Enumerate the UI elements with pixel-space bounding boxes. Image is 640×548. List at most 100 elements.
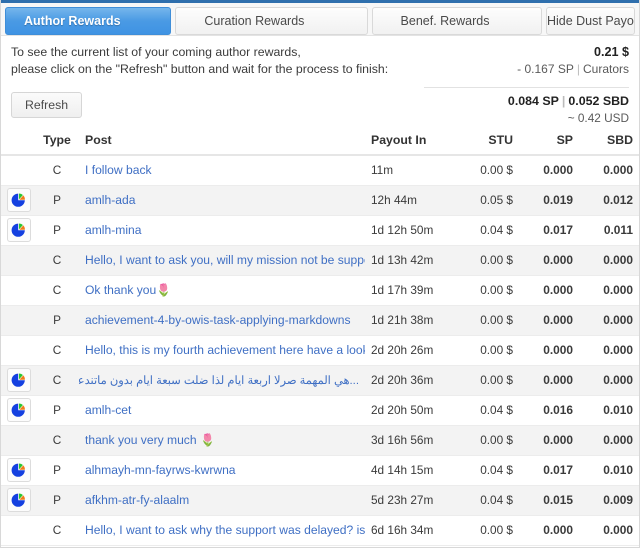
row-sbd: 0.000: [579, 275, 639, 306]
row-stu: 0.04 $: [457, 455, 519, 486]
pie-chart-icon[interactable]: [7, 458, 31, 482]
post-link[interactable]: Ok thank you🌷: [85, 283, 171, 297]
table-row[interactable]: Pamlh-cet 2d 20h 50m 0.04 $0.016 0.010: [1, 395, 639, 426]
row-post-cell: amlh-ada: [79, 185, 365, 216]
row-type: C: [35, 365, 79, 396]
summary-sbd-amount: 0.052 SBD: [568, 94, 629, 108]
row-sp: 0.019: [519, 185, 579, 216]
row-stu: 0.04 $: [457, 215, 519, 246]
row-payout-in: 1d 17h 39m: [365, 275, 457, 306]
tab-curation-rewards[interactable]: Curation Rewards: [175, 7, 368, 35]
post-link[interactable]: achievement-4-by-owis-task-applying-mark…: [85, 313, 351, 327]
tab-benef-rewards[interactable]: Benef. Rewards: [371, 7, 542, 35]
row-stu: 0.00 $: [457, 155, 519, 186]
post-link[interactable]: alhmayh-mn-fayrws-kwrwna: [85, 463, 236, 477]
table-row[interactable]: C Hello, I want to ask you, will my missi…: [1, 245, 639, 276]
header-icon: [1, 128, 35, 156]
row-payout-in: 1d 13h 42m: [365, 245, 457, 276]
table-row[interactable]: Pamlh-ada 12h 44m 0.05 $0.019 0.012: [1, 185, 639, 216]
author-rewards-panel: Author Rewards Curation Rewards Benef. R…: [0, 0, 640, 548]
row-icon-cell: [1, 155, 35, 186]
post-link[interactable]: ...هي المهمة صرلا اربعة ايام لذا ضلت سبع…: [79, 375, 359, 387]
row-sbd: 0.000: [579, 365, 639, 396]
row-sp: 0.000: [519, 335, 579, 366]
header-stu[interactable]: STU: [457, 128, 519, 156]
table-row[interactable]: Cthank you very much 🌷 3d 16h 56m 0.00 $0.…: [1, 425, 639, 456]
summary-curators-amount: - 0.167 SP: [517, 62, 574, 76]
summary-curators-label: Curators: [582, 62, 629, 76]
pie-chart-icon[interactable]: [7, 218, 31, 242]
pie-chart-icon[interactable]: [7, 368, 31, 392]
header-sbd[interactable]: SBD: [579, 128, 639, 156]
row-sp: 0.000: [519, 425, 579, 456]
row-payout-in: 11m: [365, 155, 457, 186]
table-row[interactable]: CI follow back 11m 0.00 $0.000 0.000: [1, 155, 639, 186]
row-stu: 0.00 $: [457, 335, 519, 366]
header-post[interactable]: Post: [79, 128, 365, 156]
row-type: C: [35, 275, 79, 306]
header-type[interactable]: Type: [35, 128, 79, 156]
row-sbd: 0.010: [579, 395, 639, 426]
row-icon-cell: [1, 215, 35, 246]
post-link[interactable]: amlh-cet: [85, 403, 131, 417]
row-type: P: [35, 455, 79, 486]
row-icon-cell: [1, 365, 35, 396]
refresh-button[interactable]: Refresh: [11, 92, 83, 118]
table-row[interactable]: C Hello, this is my fourth achievement he…: [1, 335, 639, 366]
tab-author-rewards[interactable]: Author Rewards: [5, 7, 172, 35]
rewards-summary: 0.21 $ - 0.167 SP | Curators 0.084 SP | 0.05…: [424, 44, 629, 126]
summary-total-row: 0.21 $: [424, 44, 629, 61]
table-row[interactable]: Pafkhm-atr-fy-alaalm 5d 23h 27m 0.04 $0.01…: [1, 485, 639, 516]
header-sp[interactable]: SP: [519, 128, 579, 156]
pie-chart-icon[interactable]: [7, 488, 31, 512]
row-sp: 0.000: [519, 245, 579, 276]
row-payout-in: 2d 20h 26m: [365, 335, 457, 366]
summary-curators-row: - 0.167 SP | Curators: [424, 61, 629, 78]
pie-chart-icon[interactable]: [7, 188, 31, 212]
table-row[interactable]: C Hello, I want to ask why the support wa…: [1, 515, 639, 546]
table-row[interactable]: C ...هي المهمة صرلا اربعة ايام لذا ضلت سب…: [1, 365, 639, 396]
row-post-cell: Hello, this is my fourth achievement her…: [79, 335, 365, 366]
rewards-table-body: CI follow back 11m 0.00 $0.000 0.000 Pamlh-a…: [1, 155, 639, 546]
table-row[interactable]: Palhmayh-mn-fayrws-kwrwna 4d 14h 15m 0.04 …: [1, 455, 639, 486]
row-post-cell: amlh-mina: [79, 215, 365, 246]
row-post-cell: achievement-4-by-owis-task-applying-mark…: [79, 305, 365, 336]
row-icon-cell: [1, 305, 35, 336]
summary-approx-usd: ~ 0.42 USD: [567, 111, 629, 125]
row-sp: 0.000: [519, 155, 579, 186]
row-stu: 0.00 $: [457, 305, 519, 336]
table-row[interactable]: Pamlh-mina 1d 12h 50m 0.04 $0.017 0.011: [1, 215, 639, 246]
post-link[interactable]: I follow back: [85, 163, 152, 177]
post-link[interactable]: thank you very much 🌷: [85, 433, 215, 447]
row-icon-cell: [1, 395, 35, 426]
summary-total-usd: 0.21 $: [593, 45, 629, 59]
post-link[interactable]: Hello, this is my fourth achievement her…: [85, 343, 365, 357]
row-type: C: [35, 155, 79, 186]
post-link[interactable]: amlh-mina: [85, 223, 141, 237]
row-sp: 0.017: [519, 215, 579, 246]
row-type: P: [35, 485, 79, 516]
row-post-cell: I follow back: [79, 155, 365, 186]
table-row[interactable]: C Ok thank you🌷 1d 17h 39m 0.00 $0.000 0.000: [1, 275, 639, 306]
row-type: C: [35, 425, 79, 456]
post-link[interactable]: Hello, I want to ask why the support was…: [85, 523, 365, 537]
table-row[interactable]: Pachievement-4-by-owis-task-applying-mar…: [1, 305, 639, 336]
row-type: C: [35, 515, 79, 546]
pie-chart-icon[interactable]: [7, 398, 31, 422]
row-payout-in: 2d 20h 50m: [365, 395, 457, 426]
row-payout-in: 6d 16h 34m: [365, 515, 457, 546]
row-icon-cell: [1, 245, 35, 276]
header-payout-in[interactable]: Payout In: [365, 128, 457, 156]
row-sp: 0.000: [519, 275, 579, 306]
row-stu: 0.04 $: [457, 395, 519, 426]
post-link[interactable]: amlh-ada: [85, 193, 135, 207]
post-link[interactable]: afkhm-atr-fy-alaalm: [85, 493, 189, 507]
row-stu: 0.00 $: [457, 425, 519, 456]
row-sbd: 0.012: [579, 185, 639, 216]
row-post-cell: thank you very much 🌷: [79, 425, 365, 456]
post-link[interactable]: Hello, I want to ask you, will my missio…: [85, 253, 365, 267]
rewards-table: Type Post Payout In STU SP SBD C I follow…: [1, 128, 639, 546]
row-type: P: [35, 395, 79, 426]
row-post-cell: Hello, I want to ask you, will my missio…: [79, 245, 365, 276]
tab-hide-dust-payouts[interactable]: Hide Dust Payouts: [545, 7, 635, 35]
